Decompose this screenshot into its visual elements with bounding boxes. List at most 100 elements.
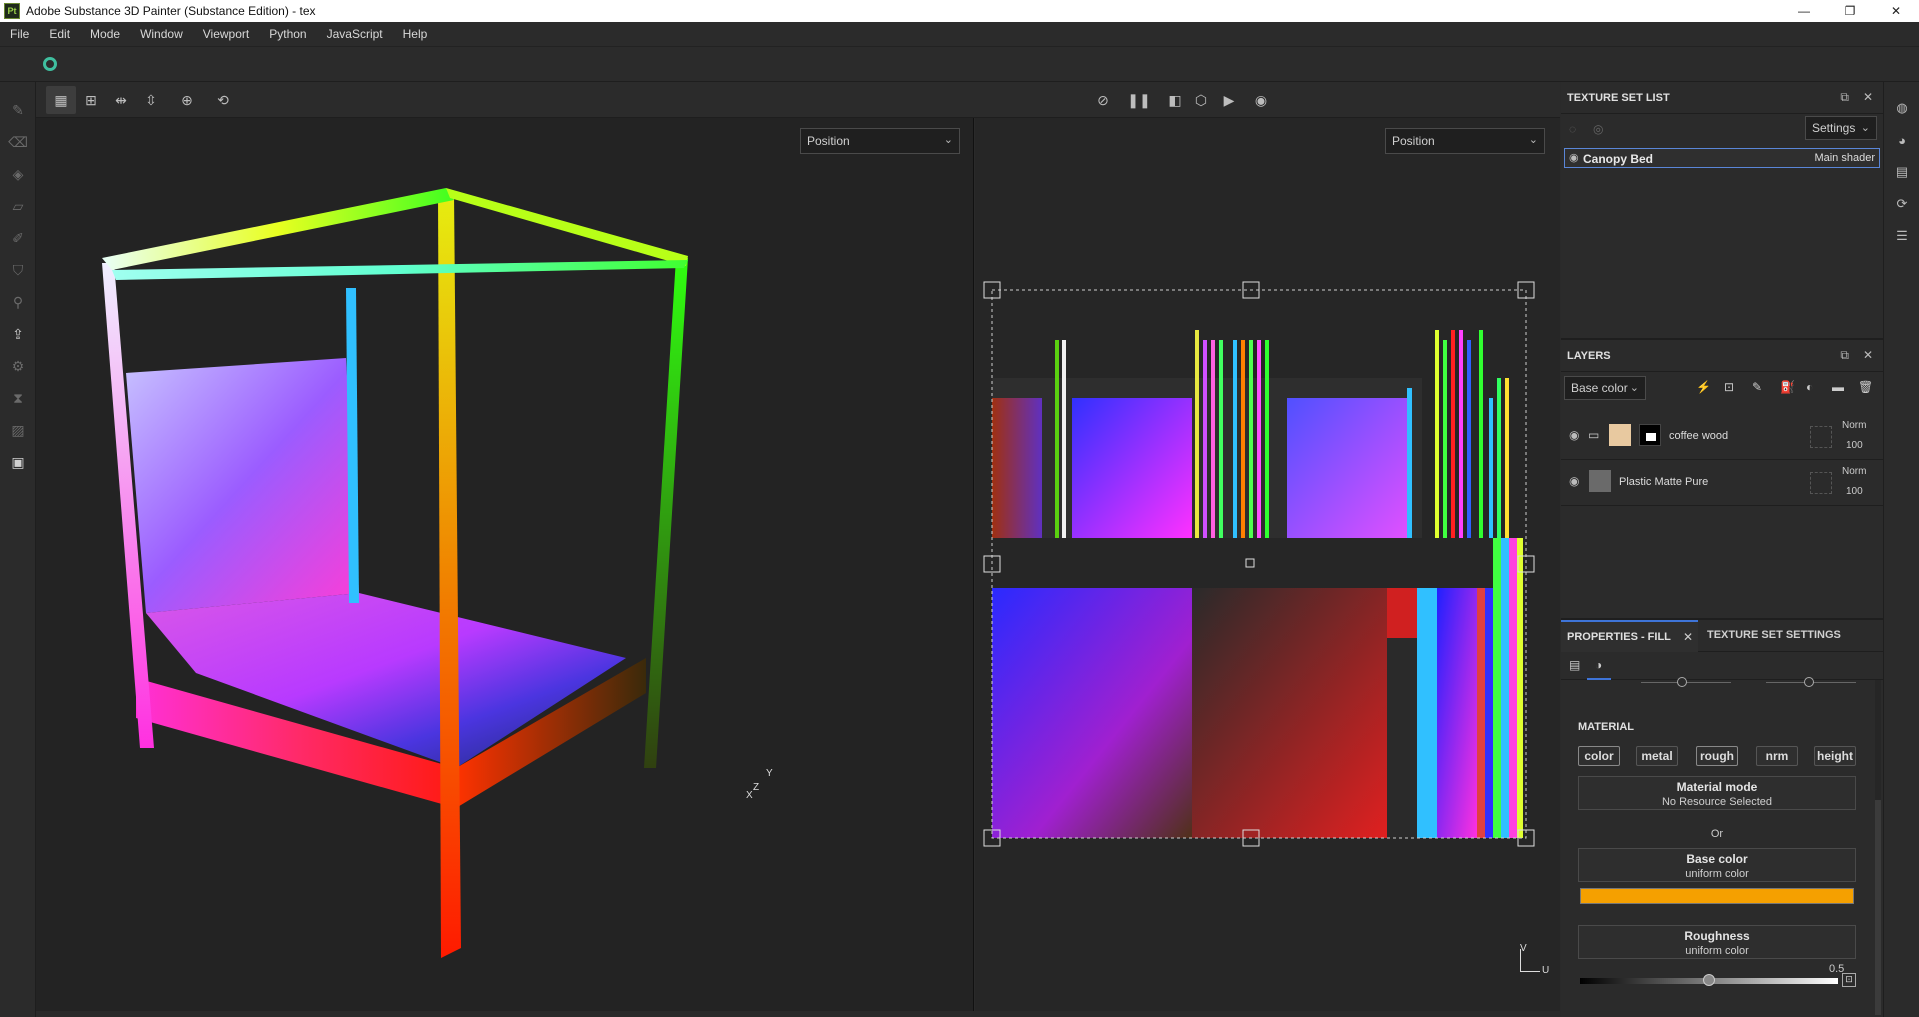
window-controls: — ❐ ✕ — [1781, 0, 1919, 22]
layers-panel: LAYERS ⧉ ✕ Base color ⌄ ⚡ ⊡ ✎ ⛽ ◐ ▬ 🗑 ◉ … — [1561, 338, 1883, 618]
add-folder-icon[interactable]: ▬ — [1832, 380, 1844, 394]
close-panel-icon[interactable]: ✕ — [1863, 348, 1873, 362]
assets-icon[interactable]: ▤ — [1884, 156, 1919, 188]
settings-dropdown[interactable]: Settings ⌄ — [1805, 116, 1877, 140]
computing-status-icon — [43, 57, 57, 71]
blend-mode-select[interactable]: Norm — [1842, 466, 1866, 477]
smudge-icon[interactable]: ✐ — [0, 222, 36, 254]
menu-python[interactable]: Python — [259, 27, 316, 41]
chevron-down-icon: ⌄ — [1860, 122, 1870, 134]
roughness-header[interactable]: Roughness uniform color — [1578, 925, 1856, 959]
base-color-header[interactable]: Base color uniform color — [1578, 848, 1856, 882]
material-mode-button[interactable]: Material mode No Resource Selected — [1578, 776, 1856, 810]
clone-stamp-icon[interactable]: ⛉ — [0, 254, 36, 286]
channel-toggle-height[interactable]: height — [1814, 746, 1856, 766]
color-picker-icon[interactable]: ⚲ — [0, 286, 36, 318]
visibility-eye-icon[interactable]: ◉ — [1569, 428, 1579, 442]
restore-button[interactable]: ❐ — [1827, 0, 1873, 22]
delete-layer-icon[interactable]: 🗑 — [1858, 380, 1873, 394]
add-view-icon[interactable]: ⊕ — [172, 86, 202, 114]
add-fill-layer-icon[interactable]: ⛽ — [1780, 380, 1795, 394]
channel-toggle-metal[interactable]: metal — [1636, 746, 1678, 766]
add-paint-layer-icon[interactable]: ✎ — [1752, 380, 1762, 394]
roughness-slider-handle[interactable] — [1703, 974, 1715, 986]
folder-icon: ▭ — [1588, 428, 1600, 442]
pause-icon[interactable]: ❚❚ — [1124, 86, 1154, 114]
single-view-icon[interactable]: ▦ — [46, 86, 76, 114]
app-logo-icon: Pt — [4, 3, 20, 19]
undock-icon[interactable]: ⧉ — [1840, 90, 1849, 105]
bake-icon[interactable]: ⚙ — [0, 350, 36, 382]
base-color-swatch[interactable] — [1580, 888, 1854, 904]
add-mask-icon[interactable]: ⊡ — [1724, 380, 1734, 394]
history-icon[interactable]: ⟲ — [208, 86, 238, 114]
add-effect-icon[interactable]: ⚡ — [1696, 380, 1711, 394]
menu-help[interactable]: Help — [393, 27, 438, 41]
hourglass-icon[interactable]: ⧗ — [0, 382, 36, 414]
eraser-icon[interactable]: ⌫ — [0, 126, 36, 158]
projection-icon[interactable]: ◈ — [0, 158, 36, 190]
cube-icon[interactable]: ⬡ — [1186, 86, 1216, 114]
tool-bar: ✎ ⌫ ◈ ▱ ✐ ⛉ ⚲ ⇪ ⚙ ⧗ ▨ ▣ — [0, 82, 36, 1017]
close-tab-icon[interactable]: ✕ — [1683, 630, 1693, 644]
symmetry-x-icon[interactable]: ⇹ — [106, 86, 136, 114]
hide-icon[interactable]: ⊘ — [1088, 86, 1118, 114]
add-smart-material-icon[interactable]: ◐ — [1806, 380, 1813, 394]
channel-select[interactable]: Base color ⌄ — [1564, 376, 1646, 400]
channel-toggle-rough[interactable]: rough — [1696, 746, 1738, 766]
properties-scrollbar[interactable] — [1875, 680, 1881, 1015]
viewport-3d[interactable]: Position ⌄ Y Z X — [36, 118, 974, 1011]
window-title: Adobe Substance 3D Painter (Substance Ed… — [26, 4, 316, 18]
menu-edit[interactable]: Edit — [39, 27, 80, 41]
minimize-button[interactable]: — — [1781, 0, 1827, 22]
material-sphere-icon[interactable]: ◑ — [1595, 658, 1602, 672]
export-icon[interactable]: ⇪ — [0, 318, 36, 350]
eye-icon[interactable]: ◎ — [1593, 122, 1603, 136]
camera-video-icon[interactable]: ▶ — [1214, 86, 1244, 114]
menu-viewport[interactable]: Viewport — [193, 27, 259, 41]
geometry-mask-icon[interactable]: ▱ — [0, 190, 36, 222]
viewport-2d-uv[interactable]: Position ⌄ V U — [975, 118, 1560, 1011]
close-panel-icon[interactable]: ✕ — [1863, 90, 1873, 104]
channel-toggle-color[interactable]: color — [1578, 746, 1620, 766]
tab-texture-set-settings[interactable]: TEXTURE SET SETTINGS — [1701, 620, 1851, 652]
layer-row[interactable]: ◉ ▭ coffee wood Norm 100 — [1561, 414, 1883, 460]
mask-thumbnail — [1639, 424, 1661, 446]
opacity-value[interactable]: 100 — [1846, 440, 1863, 451]
chevron-down-icon: ⌄ — [1629, 382, 1639, 394]
material-thumbnail — [1609, 424, 1631, 446]
paint-brush-icon[interactable]: ✎ — [0, 94, 36, 126]
menu-file[interactable]: File — [0, 27, 39, 41]
menu-window[interactable]: Window — [130, 27, 193, 41]
log-icon[interactable]: ☰ — [1884, 220, 1919, 252]
close-window-button[interactable]: ✕ — [1873, 0, 1919, 22]
layer-mask-slot[interactable] — [1810, 472, 1832, 494]
channel-toggle-nrm[interactable]: nrm — [1756, 746, 1798, 766]
context-toolbar — [0, 46, 1919, 82]
display-settings-icon[interactable]: ◍ — [1884, 92, 1919, 124]
blend-mode-select[interactable]: Norm — [1842, 420, 1866, 431]
eye-hidden-icon[interactable]: ◌ — [1569, 122, 1576, 136]
camera-icon[interactable]: ◉ — [1246, 86, 1276, 114]
render-icon[interactable]: ▣ — [0, 446, 36, 478]
shader-settings-icon[interactable]: ◕ — [1884, 124, 1919, 156]
texture-set-item[interactable]: ◉ Canopy Bed Main shader — [1564, 148, 1880, 168]
menu-mode[interactable]: Mode — [80, 27, 130, 41]
undock-icon[interactable]: ⧉ — [1840, 348, 1849, 363]
symmetry-y-icon[interactable]: ⇳ — [136, 86, 166, 114]
uv-icon[interactable]: ▨ — [0, 414, 36, 446]
menu-javascript[interactable]: JavaScript — [317, 27, 393, 41]
texture-set-list-panel: TEXTURE SET LIST ⧉ ✕ ◌ ◎ Settings ⌄ ◉ Ca… — [1561, 82, 1883, 338]
fill-properties-icon[interactable]: ▤ — [1569, 658, 1580, 672]
material-thumbnail — [1589, 470, 1611, 492]
layer-row[interactable]: ◉ Plastic Matte Pure Norm 100 — [1561, 460, 1883, 506]
layers-header: LAYERS ⧉ ✕ — [1561, 340, 1883, 372]
link-icon[interactable]: ⊡ — [1842, 973, 1856, 987]
history-icon[interactable]: ⟳ — [1884, 188, 1919, 220]
layer-mask-slot[interactable] — [1810, 426, 1832, 448]
grid-view-icon[interactable]: ⊞ — [76, 86, 106, 114]
opacity-value[interactable]: 100 — [1846, 486, 1863, 497]
tab-properties-fill[interactable]: PROPERTIES - FILL ✕ — [1561, 620, 1698, 652]
visibility-eye-icon[interactable]: ◉ — [1569, 474, 1579, 488]
visibility-eye-icon[interactable]: ◉ — [1569, 151, 1579, 164]
